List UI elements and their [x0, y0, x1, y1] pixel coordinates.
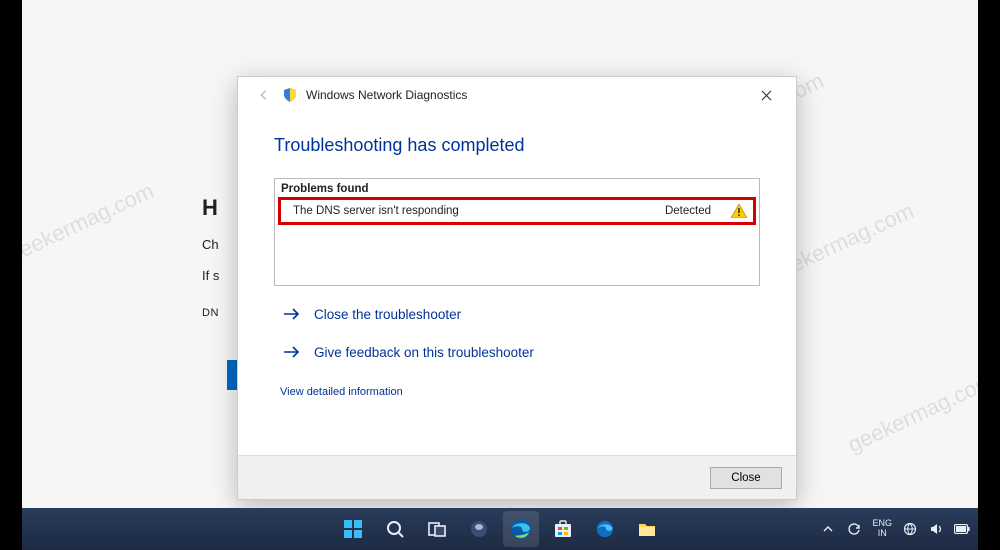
taskbar-tray: ENG IN	[820, 519, 970, 539]
dialog-footer: Close	[238, 455, 796, 499]
onedrive-sync-icon[interactable]	[846, 521, 862, 537]
give-feedback-label: Give feedback on this troubleshooter	[314, 345, 534, 360]
edge-alt-icon[interactable]	[587, 511, 623, 547]
start-button[interactable]	[335, 511, 371, 547]
close-troubleshooter-link[interactable]: Close the troubleshooter	[282, 304, 766, 324]
arrow-right-icon	[282, 304, 302, 324]
problem-row[interactable]: The DNS server isn't responding Detected	[278, 197, 756, 225]
task-view-icon[interactable]	[419, 511, 455, 547]
search-icon[interactable]	[377, 511, 413, 547]
network-icon[interactable]	[902, 521, 918, 537]
lang-line2: IN	[872, 529, 892, 539]
dialog-body: Troubleshooting has completed Problems f…	[238, 113, 796, 400]
taskbar-center	[335, 511, 665, 547]
arrow-right-icon	[282, 342, 302, 362]
give-feedback-link[interactable]: Give feedback on this troubleshooter	[282, 342, 766, 362]
warning-triangle-icon	[731, 204, 747, 218]
chat-icon[interactable]	[461, 511, 497, 547]
problem-status: Detected	[665, 205, 711, 217]
back-arrow-icon	[254, 85, 274, 105]
desktop: H Ch If s DN geekermag.com geekermag.com…	[22, 0, 978, 508]
problems-found-label: Problems found	[275, 179, 759, 197]
view-detailed-information-link[interactable]: View detailed information	[280, 386, 403, 398]
diagnostics-shield-icon	[282, 87, 298, 103]
background-button-fragment	[227, 360, 237, 390]
troubleshooter-dialog: Windows Network Diagnostics Troubleshoot…	[237, 76, 797, 500]
file-explorer-icon[interactable]	[629, 511, 665, 547]
watermark-text: geekermag.com	[844, 368, 998, 458]
chevron-up-icon[interactable]	[820, 521, 836, 537]
language-indicator[interactable]: ENG IN	[872, 519, 892, 539]
dialog-close-button[interactable]	[746, 81, 786, 109]
close-troubleshooter-label: Close the troubleshooter	[314, 307, 461, 322]
problems-found-box: Problems found The DNS server isn't resp…	[274, 178, 760, 286]
close-button[interactable]: Close	[710, 467, 782, 489]
dialog-heading: Troubleshooting has completed	[274, 135, 766, 156]
battery-icon[interactable]	[954, 521, 970, 537]
microsoft-store-icon[interactable]	[545, 511, 581, 547]
volume-icon[interactable]	[928, 521, 944, 537]
dialog-titlebar: Windows Network Diagnostics	[238, 77, 796, 113]
edge-browser-icon[interactable]	[503, 511, 539, 547]
taskbar: ENG IN	[22, 508, 978, 550]
watermark-text: geekermag.com	[4, 178, 158, 268]
dialog-title: Windows Network Diagnostics	[306, 88, 746, 102]
problem-text: The DNS server isn't responding	[293, 205, 665, 217]
